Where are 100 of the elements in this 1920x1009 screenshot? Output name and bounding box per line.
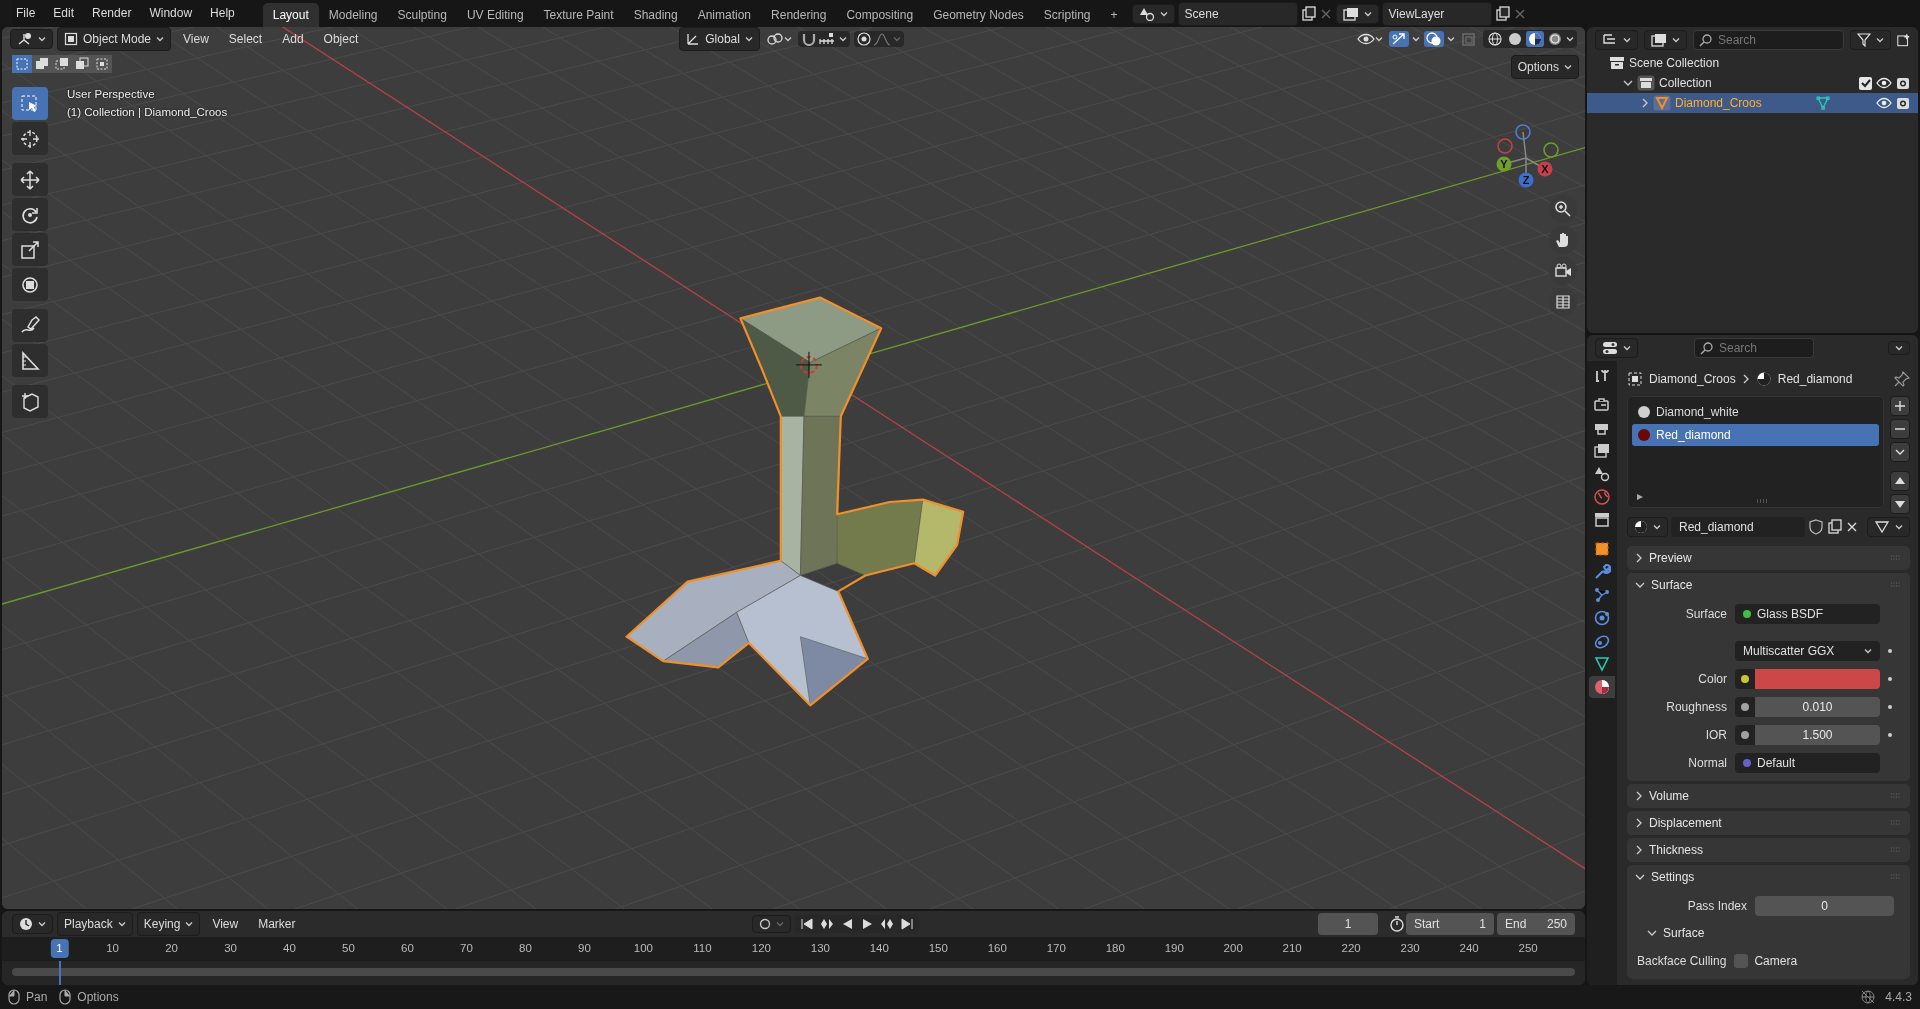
panel-header[interactable]: Preview: [1627, 546, 1910, 570]
menu-item[interactable]: Render: [84, 3, 140, 24]
end-frame-field[interactable]: End 250: [1497, 913, 1575, 935]
scene-type-dropdown[interactable]: [1335, 3, 1379, 24]
playhead[interactable]: 1: [50, 939, 69, 959]
tool-button[interactable]: [12, 385, 48, 418]
properties-tab[interactable]: [1589, 676, 1615, 698]
tool-button[interactable]: [12, 268, 48, 301]
material-browse-dropdown[interactable]: [1627, 517, 1668, 537]
number-field[interactable]: 0.010: [1755, 696, 1880, 717]
tree-row[interactable]: Collection: [1587, 73, 1918, 93]
workspace-tab[interactable]: Rendering: [761, 2, 837, 27]
options-dropdown[interactable]: [1888, 341, 1910, 355]
magnet-icon[interactable]: [800, 32, 817, 46]
remove-slot-button[interactable]: [1890, 419, 1910, 439]
grip-icon[interactable]: [1890, 582, 1902, 588]
new-collection-icon[interactable]: [1897, 32, 1910, 48]
menu-item[interactable]: Marker: [250, 913, 304, 935]
workspace-tab[interactable]: Modeling: [318, 2, 388, 27]
socket-button[interactable]: [1735, 696, 1755, 717]
socket-button[interactable]: [1735, 724, 1755, 745]
shading-button[interactable]: [1546, 31, 1564, 47]
panel-header[interactable]: Thickness: [1627, 838, 1910, 862]
scrollbar[interactable]: [12, 968, 1575, 976]
workspace-tab[interactable]: UV Editing: [456, 2, 534, 27]
menu-item[interactable]: Add: [274, 28, 312, 50]
eye-icon[interactable]: [1876, 77, 1892, 89]
grip-icon[interactable]: [1890, 847, 1902, 853]
scene-type-dropdown[interactable]: [1131, 3, 1175, 24]
workspace-tab[interactable]: Scripting: [1033, 2, 1101, 27]
menu-dropdown[interactable]: Playback: [57, 912, 133, 936]
menu-item[interactable]: File: [8, 3, 44, 24]
shading-button[interactable]: [1506, 31, 1524, 47]
keyframe-dot[interactable]: [1888, 704, 1892, 709]
editor-type-dropdown[interactable]: [1595, 30, 1638, 50]
panel-header[interactable]: Volume: [1627, 784, 1910, 808]
tool-button[interactable]: [12, 233, 48, 266]
workspace-tab[interactable]: Shading: [623, 2, 688, 27]
editor-type-dropdown[interactable]: [12, 914, 53, 934]
orientation-dropdown[interactable]: Global: [679, 27, 760, 51]
menu-item[interactable]: Window: [141, 3, 201, 24]
search-field[interactable]: Search: [1693, 30, 1845, 50]
expand-icon[interactable]: [1636, 493, 1644, 501]
chevron-down-icon[interactable]: [1623, 79, 1633, 87]
menu-item[interactable]: Object: [315, 28, 367, 50]
menu-item[interactable]: Help: [202, 3, 243, 24]
camera-icon[interactable]: [1896, 96, 1910, 110]
number-field[interactable]: 0: [1755, 895, 1894, 916]
material-name-field[interactable]: Red_diamond: [1671, 517, 1805, 537]
mesh-drawing[interactable]: [625, 296, 965, 707]
grip-icon[interactable]: [1890, 820, 1902, 826]
eye-icon[interactable]: [1876, 97, 1892, 109]
workspace-tab[interactable]: Texture Paint: [533, 2, 624, 27]
socket-button[interactable]: [1735, 668, 1755, 689]
node-tree-dropdown[interactable]: [1867, 517, 1910, 537]
input-link-field[interactable]: Default: [1735, 752, 1880, 773]
menu-dropdown[interactable]: Keying: [136, 912, 201, 936]
navigation-gizmo[interactable]: Y X Z: [1493, 117, 1573, 199]
checkbox[interactable]: [1734, 953, 1749, 968]
start-frame-field[interactable]: Start 1: [1406, 913, 1494, 935]
panel-header[interactable]: Surface: [1627, 573, 1910, 597]
input-link-field[interactable]: Glass BSDF: [1735, 603, 1880, 624]
display-mode-dropdown[interactable]: [1644, 30, 1687, 50]
menu-item[interactable]: Select: [220, 28, 271, 50]
select-mode-button[interactable]: [32, 55, 52, 73]
tree-row[interactable]: Diamond_Croos: [1587, 93, 1918, 113]
current-frame-field[interactable]: 1: [1318, 913, 1378, 935]
camera-icon[interactable]: [1896, 76, 1910, 90]
move-down-button[interactable]: [1890, 494, 1910, 514]
search-field[interactable]: Search: [1694, 338, 1814, 358]
move-up-button[interactable]: [1890, 471, 1910, 491]
filter-dropdown[interactable]: [1850, 30, 1892, 50]
grip-icon[interactable]: [1890, 874, 1902, 880]
pin-icon[interactable]: [1894, 371, 1910, 387]
menu-item[interactable]: View: [204, 913, 247, 935]
shading-button[interactable]: [1526, 31, 1544, 47]
snap-grid-icon[interactable]: [818, 32, 837, 46]
options-dropdown[interactable]: Options: [1510, 55, 1579, 79]
mode-dropdown[interactable]: Object Mode: [57, 27, 172, 51]
workspace-tab[interactable]: Animation: [687, 2, 762, 27]
copy-icon[interactable]: [1827, 519, 1843, 535]
tool-button[interactable]: [12, 309, 48, 342]
select-mode-button[interactable]: [72, 55, 92, 73]
material-slot[interactable]: Diamond_white: [1632, 401, 1879, 423]
color-swatch[interactable]: [1755, 668, 1880, 689]
distribution-dropdown[interactable]: Multiscatter GGX: [1735, 640, 1880, 661]
workspace-tab[interactable]: Compositing: [836, 2, 924, 27]
tool-button[interactable]: [12, 198, 48, 231]
grip-icon[interactable]: [1890, 555, 1902, 561]
keyframe-dot[interactable]: [1888, 676, 1892, 681]
material-slot[interactable]: Red_diamond: [1632, 424, 1879, 446]
select-mode-button[interactable]: [92, 55, 112, 73]
keyframe-dot[interactable]: [1888, 732, 1892, 737]
name-field[interactable]: ViewLayer: [1381, 1, 1492, 26]
menu-item[interactable]: Edit: [45, 3, 83, 24]
keyframe-dot[interactable]: [1888, 648, 1892, 653]
editor-type-dropdown[interactable]: [10, 29, 53, 49]
proportional-icon[interactable]: [856, 32, 871, 46]
gizmo-toggle[interactable]: [1389, 31, 1409, 47]
chevron-right-icon[interactable]: [1641, 98, 1649, 108]
